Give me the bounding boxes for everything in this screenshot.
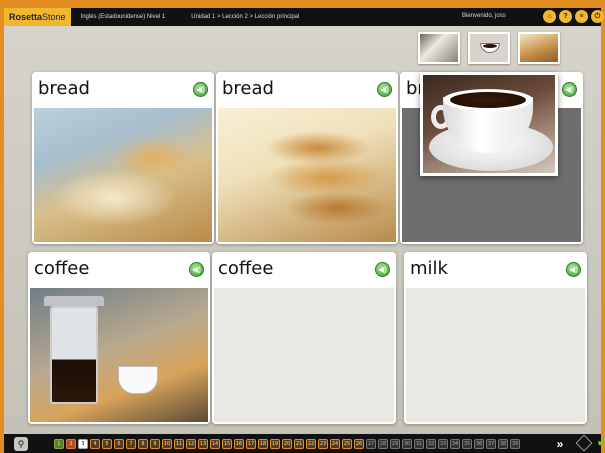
page-button-26[interactable]: 26 xyxy=(354,439,364,449)
page-button-14[interactable]: 14 xyxy=(210,439,220,449)
card-bread-2[interactable]: bread ◀) xyxy=(216,72,398,244)
page-button-3[interactable]: 3 xyxy=(78,439,88,449)
top-frame-edge xyxy=(0,0,605,8)
check-icon[interactable]: ✔ xyxy=(597,435,605,449)
page-button-7[interactable]: 7 xyxy=(126,439,136,449)
card-coffee-2[interactable]: coffee ◀) xyxy=(212,252,396,424)
speaker-icon[interactable]: ◀) xyxy=(562,82,577,97)
page-button-11[interactable]: 11 xyxy=(174,439,184,449)
page-button-30[interactable]: 30 xyxy=(402,439,412,449)
card-milk[interactable]: milk ◀) xyxy=(404,252,587,424)
page-button-21[interactable]: 21 xyxy=(294,439,304,449)
top-bar: Rosetta Stone Inglés (Estadounidense) Niv… xyxy=(4,8,604,26)
next-page-button[interactable]: » xyxy=(552,437,568,451)
welcome-text: Bienvenido, joss xyxy=(462,13,506,19)
home-icon[interactable]: ⌂ xyxy=(543,10,556,23)
page-button-27[interactable]: 27 xyxy=(366,439,376,449)
thumbnail-coffee[interactable] xyxy=(468,32,510,64)
coffee-cup-icon xyxy=(480,43,500,53)
page-button-13[interactable]: 13 xyxy=(198,439,208,449)
brand-logo-rest: Stone xyxy=(42,12,66,22)
card-label: coffee xyxy=(218,258,274,279)
page-button-28[interactable]: 28 xyxy=(378,439,388,449)
page-button-2[interactable]: 2 xyxy=(66,439,76,449)
speaker-icon[interactable]: ◀) xyxy=(377,82,392,97)
page-button-6[interactable]: 6 xyxy=(114,439,124,449)
exit-icon[interactable]: ⏻ xyxy=(591,10,604,23)
card-label: bread xyxy=(222,78,274,99)
menu-icon[interactable]: ≡ xyxy=(575,10,588,23)
breadcrumb[interactable]: Unidad 1 > Lección 2 > Lección principal xyxy=(191,14,299,20)
speaker-icon[interactable]: ◀) xyxy=(193,82,208,97)
page-button-37[interactable]: 37 xyxy=(486,439,496,449)
thumbnail-bread[interactable] xyxy=(518,32,560,64)
page-button-35[interactable]: 35 xyxy=(462,439,472,449)
speaker-icon[interactable]: ◀) xyxy=(566,262,581,277)
page-button-10[interactable]: 10 xyxy=(162,439,172,449)
page-button-8[interactable]: 8 xyxy=(138,439,148,449)
help-icon[interactable]: ? xyxy=(559,10,572,23)
cup-shape xyxy=(118,366,158,394)
brand-logo-bold: Rosetta xyxy=(9,12,43,22)
page-button-32[interactable]: 32 xyxy=(426,439,436,449)
page-navigator: 1 2 3 4 5 6 7 8 9 10 11 12 13 14 15 16 17 18 19 20 21 22 23 24 2… xyxy=(54,439,520,449)
page-button-25[interactable]: 25 xyxy=(342,439,352,449)
sliced-bread-image xyxy=(34,108,212,242)
dragged-coffee-image[interactable] xyxy=(420,72,558,176)
page-button-39[interactable]: 39 xyxy=(510,439,520,449)
page-button-12[interactable]: 12 xyxy=(186,439,196,449)
card-coffee-1[interactable]: coffee ◀) xyxy=(28,252,210,424)
card-label: coffee xyxy=(34,258,90,279)
page-button-29[interactable]: 29 xyxy=(390,439,400,449)
braided-bread-image xyxy=(218,108,396,242)
page-button-36[interactable]: 36 xyxy=(474,439,484,449)
page-button-15[interactable]: 15 xyxy=(222,439,232,449)
page-button-19[interactable]: 19 xyxy=(270,439,280,449)
page-button-16[interactable]: 16 xyxy=(234,439,244,449)
page-button-5[interactable]: 5 xyxy=(102,439,112,449)
thumbnail-milk[interactable] xyxy=(418,32,460,64)
french-press-shape xyxy=(50,306,98,404)
course-title: Inglés (Estadounidense) Nivel 1 xyxy=(80,14,166,20)
page-button-24[interactable]: 24 xyxy=(330,439,340,449)
speaker-icon[interactable]: ◀) xyxy=(189,262,204,277)
page-button-31[interactable]: 31 xyxy=(414,439,424,449)
top-icons: ⌂ ? ≡ ⏻ xyxy=(543,10,604,23)
card-bread-1[interactable]: bread ◀) xyxy=(32,72,214,244)
page-button-23[interactable]: 23 xyxy=(318,439,328,449)
empty-drop-area[interactable] xyxy=(214,288,394,422)
french-press-image xyxy=(30,288,208,422)
press-lid xyxy=(44,296,104,306)
page-button-9[interactable]: 9 xyxy=(150,439,160,449)
search-icon[interactable]: ⚲ xyxy=(14,437,28,451)
brand-logo: Rosetta Stone xyxy=(4,8,71,26)
empty-drop-area[interactable] xyxy=(406,288,585,422)
page-button-4[interactable]: 4 xyxy=(90,439,100,449)
diamond-icon[interactable] xyxy=(575,434,593,452)
page-button-17[interactable]: 17 xyxy=(246,439,256,449)
card-label: bread xyxy=(38,78,90,99)
bottom-bar: ⚲ 1 2 3 4 5 6 7 8 9 10 11 12 13 14 15 16 17 18 19 20 21 22 23 2… xyxy=(4,434,605,453)
coffee-liquid-shape xyxy=(450,92,526,108)
page-button-1[interactable]: 1 xyxy=(54,439,64,449)
page-button-22[interactable]: 22 xyxy=(306,439,316,449)
card-label: milk xyxy=(410,258,448,279)
speaker-icon[interactable]: ◀) xyxy=(375,262,390,277)
page-button-38[interactable]: 38 xyxy=(498,439,508,449)
page-button-33[interactable]: 33 xyxy=(438,439,448,449)
page-button-18[interactable]: 18 xyxy=(258,439,268,449)
page-button-20[interactable]: 20 xyxy=(282,439,292,449)
page-button-34[interactable]: 34 xyxy=(450,439,460,449)
